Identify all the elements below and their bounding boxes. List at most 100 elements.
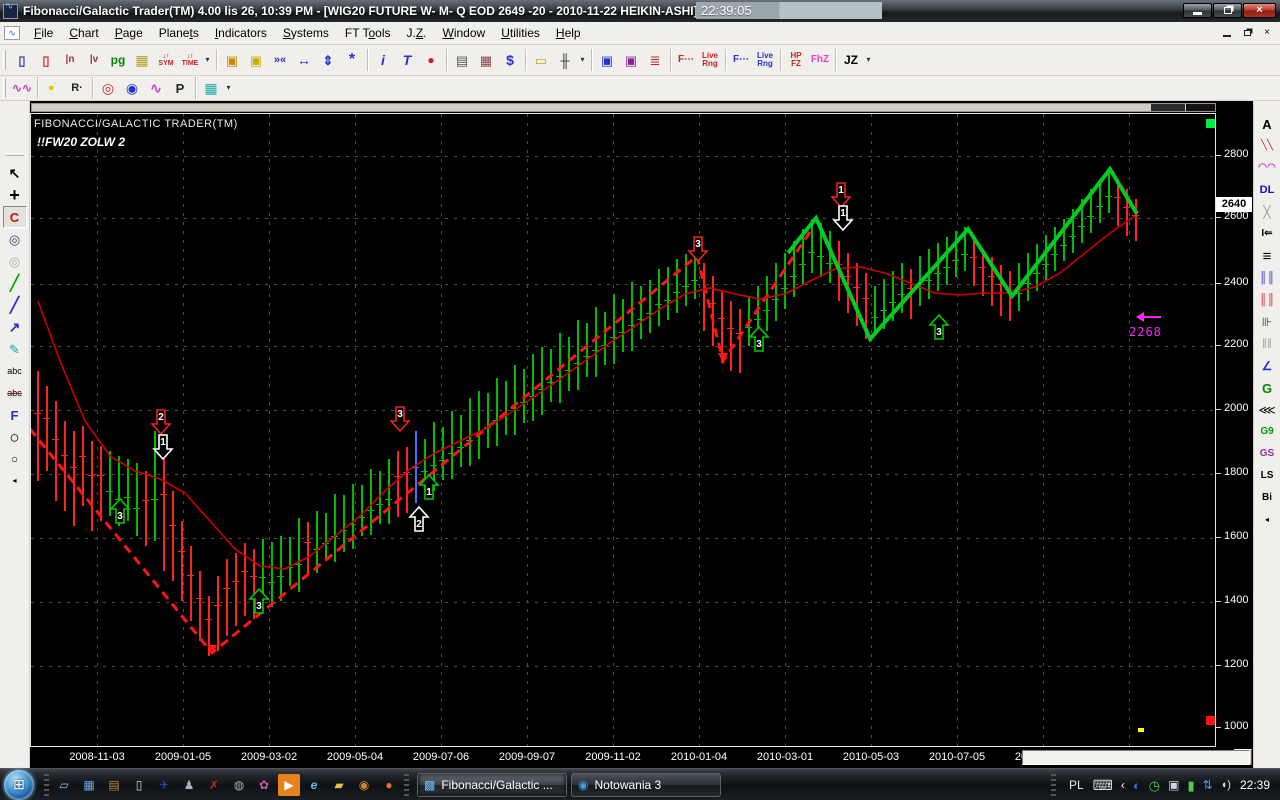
print-button[interactable]: ▤	[450, 48, 474, 72]
window-switcher-icon[interactable]: ▦	[78, 774, 100, 796]
menu-item-systems[interactable]: Systems	[275, 23, 337, 43]
i-retracement-tool[interactable]: I⇐	[1255, 223, 1279, 245]
chrome-icon[interactable]: ◉	[353, 774, 375, 796]
planet-circle-button[interactable]: ◉	[120, 76, 144, 100]
photo-app-icon[interactable]: ✿	[253, 774, 275, 796]
trendline-green-tool[interactable]: ╱	[3, 272, 27, 294]
compress-time-button[interactable]: *	[340, 48, 364, 72]
fhz-button[interactable]: FhZ	[808, 48, 832, 72]
hp-fz-button[interactable]: HP FZ	[784, 48, 808, 72]
wave-line-button[interactable]: ∿	[144, 76, 168, 100]
taskbar-button-notowania-3[interactable]: ◉ Notowania 3	[571, 772, 721, 797]
trendline-blue-tool[interactable]: ╱	[3, 294, 27, 316]
mdi-close-button[interactable]: ×	[1260, 26, 1274, 39]
new-chart-button[interactable]: ▯	[10, 48, 34, 72]
arrow-line-tool[interactable]: ↗	[3, 316, 27, 338]
horizontal-lines-tool[interactable]: ≡	[1255, 245, 1279, 267]
crosshair-tool[interactable]: +	[3, 184, 27, 206]
menu-item-indicators[interactable]: Indicators	[207, 23, 275, 43]
vertical-lines-blue-tool[interactable]: ║║	[1255, 267, 1279, 289]
show-desktop-icon[interactable]: ▱	[53, 774, 75, 796]
menu-item-jz[interactable]: J.Z.	[398, 23, 434, 43]
angle-lines-tool[interactable]: ∠	[1255, 355, 1279, 377]
grid-page-button[interactable]: ▦	[130, 48, 154, 72]
scroll-left-tool[interactable]: ◂	[3, 470, 27, 492]
text-tool-button[interactable]: T	[395, 48, 419, 72]
candle-style-button[interactable]: ╫	[553, 48, 577, 72]
menu-item-chart[interactable]: Chart	[61, 23, 106, 43]
keyboard-icon[interactable]: ⌨	[1093, 778, 1113, 792]
ms-app-icon[interactable]: ✗	[203, 774, 225, 796]
planet-r-button[interactable]: R·	[65, 76, 89, 100]
notebook-dropdown[interactable]: ▾	[223, 76, 234, 100]
parallel-lines-tool[interactable]: ∥∥	[1255, 333, 1279, 355]
vertical-scale-button[interactable]: ⇕	[316, 48, 340, 72]
arcs-tool[interactable]: ◠◠	[1255, 157, 1279, 179]
f-live-blue-button[interactable]: F⋯	[729, 48, 753, 72]
time-button[interactable]: ↓↑ TIME	[178, 48, 202, 72]
menu-item-fttools[interactable]: FT Tools	[337, 23, 399, 43]
battery-tray-icon[interactable]: ▮	[1187, 779, 1194, 792]
recycle-bin-icon[interactable]: ◍	[228, 774, 250, 796]
network-tray-icon[interactable]: ⇅	[1203, 779, 1213, 791]
open-chart-button[interactable]: ▯	[34, 48, 58, 72]
menu-item-page[interactable]: Page	[107, 23, 151, 43]
start-button[interactable]: ⊞	[4, 769, 34, 800]
delete-text-tool[interactable]: abc	[3, 382, 27, 404]
clock-tray-icon[interactable]: ◷	[1149, 779, 1160, 792]
crossed-lines-tool[interactable]: ╳	[1255, 201, 1279, 223]
taskbar-clock[interactable]: 22:39	[1240, 778, 1270, 792]
intraday-v-button[interactable]: |v	[82, 48, 106, 72]
calendar-button[interactable]: ▦	[474, 48, 498, 72]
c-indicator-tool[interactable]: C	[2, 206, 27, 228]
media-player-icon[interactable]: ▶	[278, 773, 300, 796]
candle-dropdown[interactable]: ▾	[577, 48, 588, 72]
p-wave-button[interactable]: P	[168, 76, 192, 100]
cascade-windows-button[interactable]: ▣	[220, 48, 244, 72]
globe-tray-icon[interactable]: ◐	[1133, 779, 1141, 792]
ls-tool[interactable]: LS	[1255, 465, 1279, 487]
text-a-tool[interactable]: A	[1255, 113, 1279, 135]
jz-dropdown[interactable]: ▾	[863, 48, 874, 72]
menu-item-utilities[interactable]: Utilities	[493, 23, 548, 43]
ruler-button[interactable]: ▭	[529, 48, 553, 72]
monitor-tray-icon[interactable]: ▣	[1168, 779, 1179, 791]
expand-bars-button[interactable]: ↔	[292, 48, 316, 72]
ellipse-large-tool[interactable]: ○	[3, 426, 27, 448]
volume-tray-icon[interactable]: ◖)	[1221, 779, 1231, 791]
stripes-button[interactable]: ≣	[643, 48, 667, 72]
menu-item-planets[interactable]: Planets	[151, 23, 207, 43]
concentric-circles-button[interactable]: ◎	[96, 76, 120, 100]
traffic-light-button[interactable]: ●	[419, 48, 443, 72]
language-indicator[interactable]: PL	[1069, 779, 1084, 791]
zoom-window-disabled-tool[interactable]: ◎	[3, 250, 27, 272]
fibonacci-f-tool[interactable]: F	[3, 404, 27, 426]
chess-app-icon[interactable]: ♟	[178, 774, 200, 796]
internet-explorer-icon[interactable]: e	[303, 774, 325, 796]
menu-item-file[interactable]: File	[26, 23, 61, 43]
menu-item-help[interactable]: Help	[548, 23, 589, 43]
taskbar-button-fibonacci-galactic-[interactable]: ▩ Fibonacci/Galactic ...	[417, 772, 567, 797]
pencil-tool[interactable]: ✎	[3, 338, 27, 360]
zoom-window-tool[interactable]: ◎	[3, 228, 27, 250]
chart-horizontal-scrollbar[interactable]	[31, 103, 1216, 112]
minimize-button[interactable]	[1183, 3, 1212, 18]
mdi-minimize-button[interactable]	[1220, 26, 1234, 39]
gs-tool[interactable]: GS	[1255, 443, 1279, 465]
compress-bars-button[interactable]: »«	[268, 48, 292, 72]
explorer-icon[interactable]: ▤	[103, 774, 125, 796]
dl-tool[interactable]: DL	[1255, 179, 1279, 201]
text-abc-tool[interactable]: abc	[3, 360, 27, 382]
ellipse-small-tool[interactable]: ○	[3, 448, 27, 470]
intraday-n-button[interactable]: |n	[58, 48, 82, 72]
bars-pattern-tool[interactable]: ⊪	[1255, 311, 1279, 333]
scrollbar-thumb[interactable]	[1151, 104, 1185, 111]
pointer-tool[interactable]: ↖	[3, 162, 27, 184]
info-pointer-button[interactable]: i	[371, 48, 395, 72]
jz-button[interactable]: JZ	[839, 48, 863, 72]
close-button[interactable]: ×	[1243, 3, 1276, 18]
live-range-blue-button[interactable]: Live Rng	[753, 48, 777, 72]
collapse-tray-icon[interactable]: ‹	[1121, 779, 1125, 791]
new-window-button[interactable]: ▣	[244, 48, 268, 72]
notepad-icon[interactable]: ▯	[128, 774, 150, 796]
